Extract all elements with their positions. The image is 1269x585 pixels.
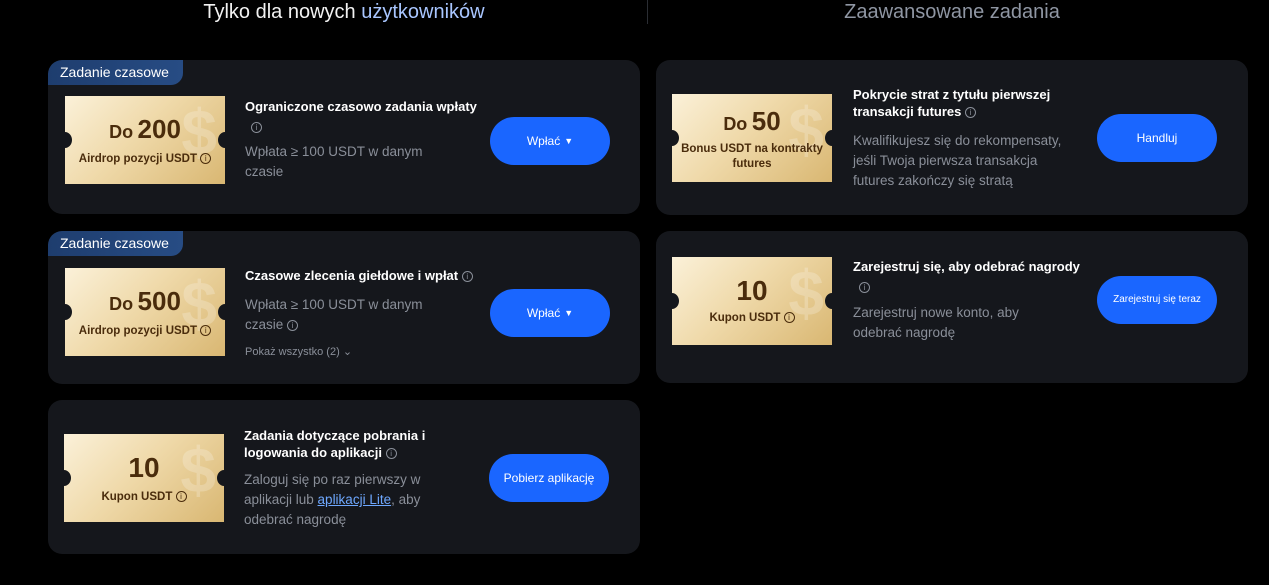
section-title-advanced: Zaawansowane zadania: [844, 1, 1060, 23]
reward-label: Kupon USDT i: [678, 311, 826, 326]
reward-label-text: Airdrop pozycji USDT: [78, 153, 197, 165]
task-title-text: Pokrycie strat z tytułu pierwszej transa…: [853, 87, 1051, 119]
info-icon[interactable]: i: [385, 448, 397, 459]
deposit-button[interactable]: Wpłać ▼: [490, 289, 610, 337]
reward-label-text: Kupon USDT: [101, 491, 173, 503]
task-title: Zarejestruj się, aby odebrać nagrody i: [853, 258, 1083, 295]
caret-down-icon: ▼: [564, 308, 574, 318]
info-icon[interactable]: i: [251, 122, 262, 133]
reward-amount: Do 200: [65, 114, 225, 145]
task-card-futures-loss-cover: $ Do 50 Bonus USDT na kontrakty futures …: [656, 60, 1248, 215]
reward-amount: 10: [672, 275, 832, 307]
deposit-button-label: Wpłać: [526, 134, 561, 148]
reward-amount-value: 50: [751, 106, 781, 136]
info-icon[interactable]: i: [461, 271, 473, 282]
reward-label: Bonus USDT na kontrakty futures: [681, 143, 823, 170]
deposit-button-label: Wpłać: [526, 306, 561, 320]
reward-amount-value: 10: [128, 452, 160, 483]
info-icon[interactable]: i: [859, 282, 870, 293]
task-title-text: Zarejestruj się, aby odebrać nagrody: [853, 259, 1080, 274]
task-card-app-download: $ 10 Kupon USDT i Zadania dotyczące pobr…: [48, 400, 640, 554]
deposit-button[interactable]: Wpłać ▼: [490, 117, 610, 165]
task-card-deposit-limited: Zadanie czasowe $ Do 200 Airdrop pozycji…: [48, 60, 640, 214]
task-description: Wpłata ≥ 100 USDT w danym czasie: [245, 144, 423, 179]
chevron-down-icon: ⌄: [342, 346, 353, 358]
reward-amount: Do 500: [65, 286, 225, 317]
reward-amount-prefix: Do: [723, 114, 748, 134]
reward-ticket: $ Do 500 Airdrop pozycji USDT i: [65, 268, 225, 356]
reward-amount: Do 50: [672, 106, 832, 137]
reward-label-text: Airdrop pozycji USDT: [78, 325, 197, 337]
download-app-button[interactable]: Pobierz aplikację: [489, 454, 609, 502]
task-description: Zarejestruj nowe konto, aby odebrać nagr…: [853, 305, 1019, 340]
section-title-accent: użytkowników: [361, 1, 485, 23]
task-description-text: Wpłata ≥ 100 USDT w danym czasie: [245, 297, 423, 332]
reward-ticket: $ 10 Kupon USDT i: [672, 257, 832, 345]
task-description: Kwalifikujesz się do rekompensaty, jeśli…: [853, 133, 1062, 188]
reward-amount-prefix: Do: [109, 294, 134, 314]
info-icon[interactable]: i: [200, 153, 212, 164]
reward-label: Airdrop pozycji USDT i: [71, 324, 219, 339]
info-icon[interactable]: i: [965, 107, 976, 118]
section-title-new-users: Tylko dla nowych użytkowników: [48, 0, 640, 24]
column-divider: [647, 0, 648, 24]
info-icon[interactable]: i: [200, 325, 212, 336]
reward-amount-value: 500: [137, 286, 181, 316]
section-title-prefix: Tylko dla nowych: [203, 1, 362, 23]
show-all-label: Pokaż wszystko (2): [245, 346, 340, 358]
reward-ticket: $ Do 50 Bonus USDT na kontrakty futures: [672, 94, 832, 182]
register-now-button[interactable]: Zarejestruj się teraz: [1097, 276, 1217, 324]
reward-amount: 10: [64, 452, 224, 484]
task-description: Wpłata ≥ 100 USDT w danym czasie i: [245, 295, 455, 335]
reward-ticket: $ Do 200 Airdrop pozycji USDT i: [65, 96, 225, 184]
reward-amount-prefix: Do: [109, 122, 134, 142]
caret-down-icon: ▼: [564, 136, 574, 146]
info-icon[interactable]: i: [175, 491, 187, 502]
reward-label-text: Kupon USDT: [709, 312, 781, 324]
timed-task-badge: Zadanie czasowe: [48, 60, 183, 85]
task-title-text: Ograniczone czasowo zadania wpłaty: [245, 99, 477, 114]
reward-label: Airdrop pozycji USDT i: [71, 152, 219, 167]
trade-button[interactable]: Handluj: [1097, 114, 1217, 162]
task-title: Czasowe zlecenia giełdowe i wpłat i: [245, 267, 505, 284]
reward-amount-value: 10: [736, 275, 768, 306]
lite-app-link[interactable]: aplikacji Lite: [318, 492, 392, 507]
show-all-link[interactable]: Pokaż wszystko (2) ⌄: [245, 345, 352, 358]
reward-label: Kupon USDT i: [70, 490, 218, 505]
task-title: Pokrycie strat z tytułu pierwszej transa…: [853, 86, 1063, 120]
timed-task-badge: Zadanie czasowe: [48, 231, 183, 256]
reward-amount-value: 200: [137, 114, 181, 144]
task-title-text: Czasowe zlecenia giełdowe i wpłat: [245, 268, 459, 283]
task-title: Zadania dotyczące pobrania i logowania d…: [244, 427, 444, 461]
task-title: Ograniczone czasowo zadania wpłaty i: [245, 98, 485, 135]
reward-ticket: $ 10 Kupon USDT i: [64, 434, 224, 522]
info-icon[interactable]: i: [783, 312, 795, 323]
task-title-text: Zadania dotyczące pobrania i logowania d…: [244, 428, 426, 460]
info-icon[interactable]: i: [287, 320, 299, 331]
task-card-register: $ 10 Kupon USDT i Zarejestruj się, aby o…: [656, 231, 1248, 383]
task-description: Zaloguj się po raz pierwszy w aplikacji …: [244, 470, 444, 530]
task-card-trading-deposit: Zadanie czasowe $ Do 500 Airdrop pozycji…: [48, 231, 640, 384]
